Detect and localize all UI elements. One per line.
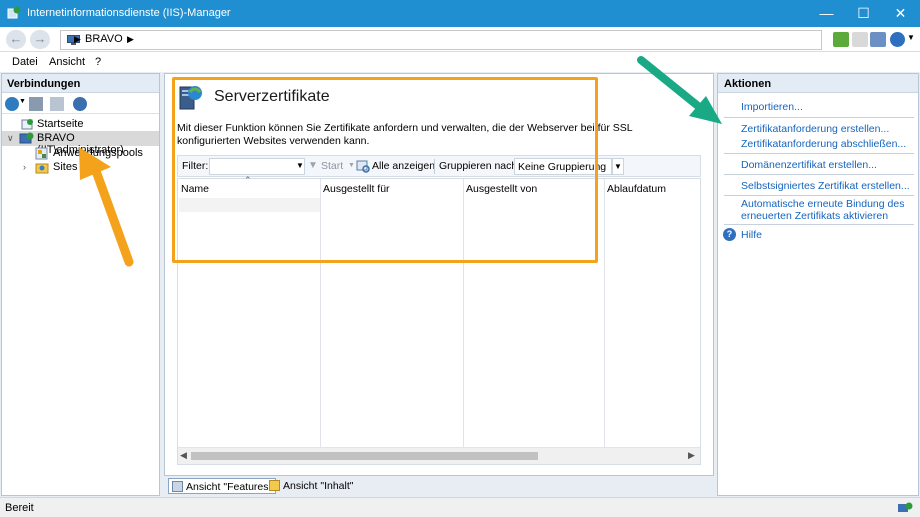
orange-arrow (79, 147, 134, 267)
annotation-arrows (79, 56, 722, 267)
green-arrow (637, 56, 722, 124)
